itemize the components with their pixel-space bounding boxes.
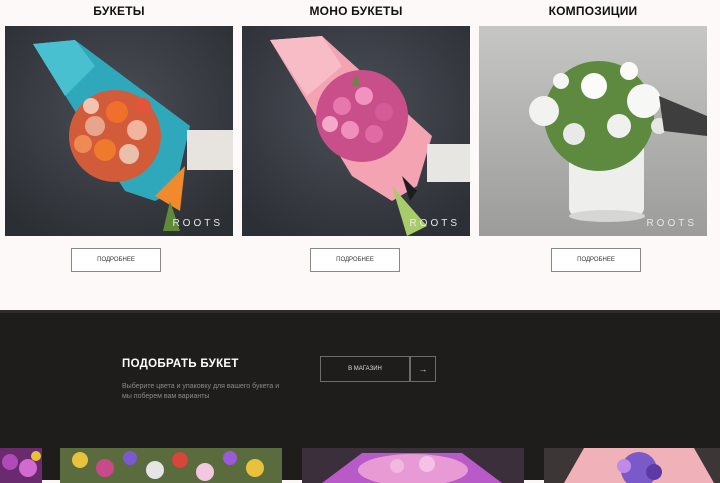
picker-description: Выберите цвета и упаковку для вашего бук… [122, 383, 280, 400]
brand-watermark: ROOTS [409, 218, 460, 229]
picker-title: ПОДОБРАТЬ БУКЕТ [122, 358, 239, 370]
bouquet-photo [5, 26, 233, 236]
bouquet-picker-section: ПОДОБРАТЬ БУКЕТ Выберите цвета и упаковк… [0, 310, 720, 483]
flowers-thumb [0, 448, 42, 483]
product-thumbnail[interactable] [60, 448, 282, 483]
category-title: БУКЕТЫ [93, 4, 145, 18]
brand-watermark: ROOTS [172, 218, 223, 229]
category-title: МОНО БУКЕТЫ [309, 4, 403, 18]
flowers-thumb [544, 448, 720, 483]
mono-bouquet-image[interactable]: ROOTS [242, 26, 470, 236]
arrow-right-icon[interactable]: → [410, 356, 436, 382]
details-button[interactable]: ПОДРОБНЕЕ [71, 248, 161, 272]
flowers-thumb [302, 448, 524, 483]
product-thumbnail[interactable] [0, 448, 42, 483]
brand-watermark: ROOTS [646, 218, 697, 229]
composition-photo [479, 26, 707, 236]
flowers-thumb [60, 448, 282, 483]
product-thumbnail[interactable] [302, 448, 524, 483]
details-button[interactable]: ПОДРОБНЕЕ [551, 248, 641, 272]
composition-image[interactable]: ROOTS [479, 26, 707, 236]
details-button[interactable]: ПОДРОБНЕЕ [310, 248, 400, 272]
product-thumbnail[interactable] [544, 448, 720, 483]
category-title: КОМПОЗИЦИИ [548, 4, 638, 18]
catalog-section: БУКЕТЫ ROOTS ПОДРОБНЕЕ МОНО БУКЕТЫ ROOTS… [0, 0, 720, 310]
bouquet-image[interactable]: ROOTS [5, 26, 233, 236]
shop-button[interactable]: В МАГАЗИН [320, 356, 410, 382]
mono-bouquet-photo [242, 26, 470, 236]
